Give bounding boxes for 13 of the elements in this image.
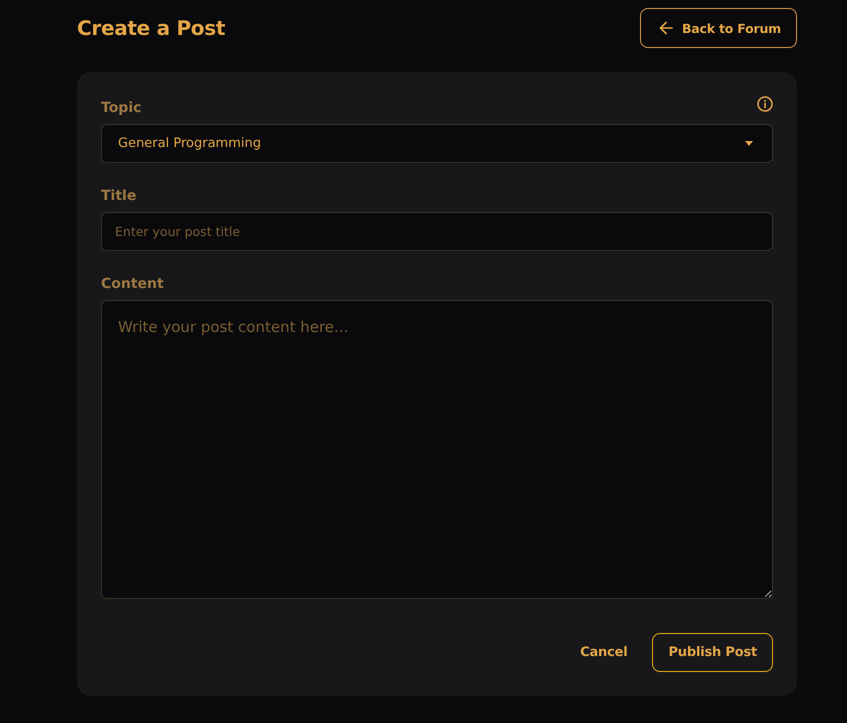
cancel-button[interactable]: Cancel — [580, 633, 628, 672]
arrow-left-icon — [658, 21, 673, 35]
field-label: Content — [101, 275, 164, 294]
page-title: Create a Post — [77, 16, 226, 40]
field-label: Title — [101, 187, 136, 206]
publish-post-button[interactable]: Publish Post — [652, 633, 773, 672]
field-label: Topic — [101, 99, 142, 118]
title-input[interactable]: Enter your post title — [101, 212, 773, 251]
back-to-forum-button[interactable]: Back to Forum — [640, 8, 797, 48]
caret-icon — [745, 141, 753, 146]
content-textarea[interactable]: Write your post content here... — [101, 300, 773, 599]
info-icon[interactable] — [757, 96, 773, 112]
topic-select[interactable]: General Programming — [101, 124, 773, 163]
